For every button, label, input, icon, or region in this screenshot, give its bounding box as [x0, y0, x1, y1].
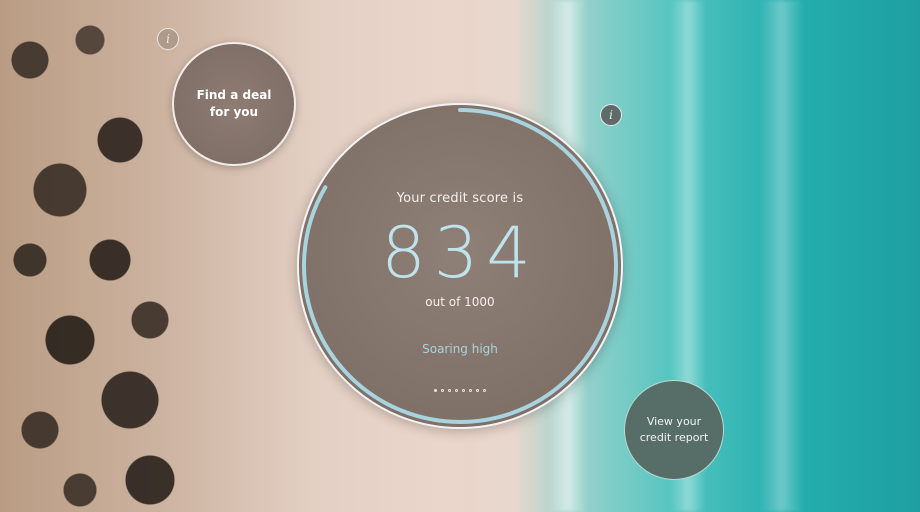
score-status: Soaring high [422, 342, 498, 356]
carousel-dot[interactable] [483, 389, 486, 392]
find-deal-label: Find a deal for you [196, 88, 272, 119]
wave-foam [760, 0, 804, 512]
view-credit-report-label: View your credit report [639, 415, 709, 444]
info-icon[interactable]: i [157, 28, 179, 50]
score-value: 834 [381, 212, 539, 294]
info-icon[interactable]: i [600, 104, 622, 126]
carousel-dot[interactable] [476, 389, 479, 392]
carousel-dot[interactable] [469, 389, 472, 392]
credit-score-card: Your credit score is 834 out of 1000 Soa… [297, 103, 623, 429]
find-deal-button[interactable]: Find a deal for you [172, 42, 296, 166]
carousel-dot[interactable] [455, 389, 458, 392]
score-label: Your credit score is [396, 191, 524, 206]
carousel-dot[interactable] [462, 389, 465, 392]
view-credit-report-button[interactable]: View your credit report [624, 380, 724, 480]
carousel-dot[interactable] [448, 389, 451, 392]
carousel-dot[interactable] [441, 389, 444, 392]
carousel-dot[interactable] [434, 389, 437, 392]
score-max-text: out of 1000 [425, 295, 495, 309]
carousel-dots[interactable] [299, 389, 621, 392]
